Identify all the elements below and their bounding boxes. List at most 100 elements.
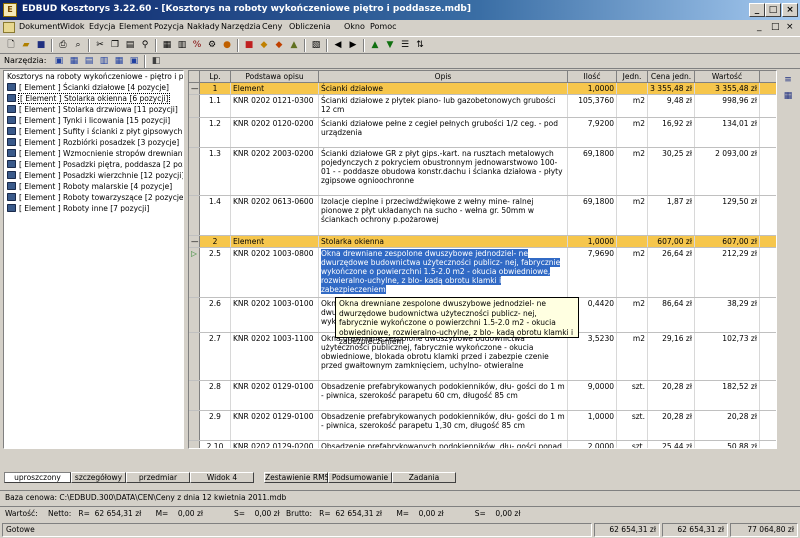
header-wartosc[interactable]: Wartość (695, 71, 760, 83)
tool-grid-icon[interactable]: ▦ (67, 55, 81, 68)
settings-icon[interactable]: ⚙ (205, 39, 219, 52)
title-bar[interactable]: E EDBUD Kosztorys 3.22.60 - [Kosztorys n… (0, 0, 800, 20)
minimize-button[interactable]: _ (749, 3, 765, 17)
element-group-row[interactable]: —2 Element Stolarka okienna 1,0000 607,00 zł… (189, 236, 776, 248)
table-row[interactable]: 1.2 KNR 0202 0120-0200 Ścianki działowe pe… (189, 118, 776, 148)
tree-item-sufity[interactable]: [ Element ] Sufity i ścianki z płyt gips… (7, 127, 183, 137)
cell-marker[interactable] (189, 148, 200, 195)
menu-obliczenia[interactable]: Obliczenia (289, 22, 331, 31)
tree-item-scianki[interactable]: [ Element ] Ścianki działowe [4 pozycje] (7, 83, 170, 93)
tool-table-icon[interactable]: ▦ (112, 55, 126, 68)
header-ilosc[interactable]: Ilość (568, 71, 617, 83)
header-jedn[interactable]: Jedn. (617, 71, 648, 83)
cell-marker[interactable]: — (189, 236, 200, 247)
tool-calc-icon[interactable]: ▥ (97, 55, 111, 68)
tool-list-icon[interactable]: ▤ (82, 55, 96, 68)
table-row[interactable]: 1.3 KNR 0202 2003-0200 Ścianki działowe GR… (189, 148, 776, 196)
edbud-app-icon[interactable]: E (3, 3, 17, 17)
book-red-icon[interactable]: ■ (242, 39, 256, 52)
tree-item-wzmocnienie[interactable]: [ Element ] Wzmocnienie stropów drewnian… (7, 149, 183, 159)
tab-widok-4[interactable]: Widok 4 (190, 472, 254, 483)
tab-zadania[interactable]: Zadania (392, 472, 456, 483)
menu-edycja[interactable]: Edycja (89, 22, 115, 31)
table-row[interactable]: 2.7 KNR 0202 1003-1100 Okna drewniane zesp… (189, 333, 776, 381)
close-button[interactable]: × (782, 3, 798, 17)
element-group-row[interactable]: —1 Element Ścianki działowe 1,0000 3 355,48 … (189, 83, 776, 95)
equipment-icon[interactable]: ▲ (287, 39, 301, 52)
header-cena[interactable]: Cena jedn. (648, 71, 695, 83)
cell-marker[interactable] (189, 298, 200, 332)
tree-item-towarzyszace[interactable]: [ Element ] Roboty towarzyszące [2 pozyc… (7, 193, 183, 203)
cell-marker[interactable] (189, 441, 200, 448)
list-icon[interactable]: ☰ (398, 39, 412, 52)
cell-marker[interactable]: — (189, 83, 200, 94)
coin-icon[interactable]: ● (220, 39, 234, 52)
document-icon[interactable] (3, 22, 15, 33)
mdi-restore-button[interactable]: □ (771, 22, 780, 32)
move-up-icon[interactable]: ▲ (368, 39, 382, 52)
tool-exit-icon[interactable]: ◧ (149, 55, 163, 68)
save-icon[interactable]: ■ (34, 39, 48, 52)
cost-estimate-grid[interactable]: Lp. Podstawa opisu Opis Ilość Jedn. Cena… (188, 70, 777, 449)
table-row[interactable]: 2.9 KNR 0202 0129-0100 Obsadzenie prefabry… (189, 411, 776, 441)
header-opis[interactable]: Opis (319, 71, 568, 83)
tab-podsumowanie[interactable]: Podsumowanie (328, 472, 392, 483)
sort-icon[interactable]: ⇅ (413, 39, 427, 52)
table-view-icon[interactable]: ▦ (781, 90, 795, 103)
cell-marker[interactable] (189, 381, 200, 410)
menu-dokument[interactable]: Dokument (19, 22, 60, 31)
header-podstawa[interactable]: Podstawa opisu (231, 71, 319, 83)
open-folder-icon[interactable]: ▰ (19, 39, 33, 52)
menu-pozycja[interactable]: Pozycja (154, 22, 184, 31)
tab-zestawienie-rms[interactable]: Zestawienie RMS (264, 472, 329, 483)
calculator-icon[interactable]: ▦ (160, 39, 174, 52)
tree-item-malarskie[interactable]: [ Element ] Roboty malarskie [4 pozycje] (7, 182, 173, 192)
copy-icon[interactable]: ❐ (108, 39, 122, 52)
properties-icon[interactable]: ≡ (781, 74, 795, 87)
menu-naklady[interactable]: Nakłady (187, 22, 220, 31)
tool-notes-icon[interactable]: ▣ (52, 55, 66, 68)
table-row[interactable]: 2.10 KNR 0202 0129-0200 Obsadzenie prefabr… (189, 441, 776, 448)
tool-window-icon[interactable]: ▣ (127, 55, 141, 68)
mdi-close-button[interactable]: × (786, 22, 794, 32)
table-row[interactable]: 1.4 KNR 0202 0613-0600 Izolacje cieplne i … (189, 196, 776, 236)
tree-item-stolarka-drzwiowa[interactable]: [ Element ] Stolarka drzwiowa [11 pozycj… (7, 105, 179, 115)
mdi-minimize-button[interactable]: _ (757, 22, 762, 32)
cell-marker[interactable] (189, 95, 200, 117)
tree-item-rozbiorki[interactable]: [ Element ] Rozbiórki posadzek [3 pozycj… (7, 138, 180, 148)
element-tree[interactable]: Kosztorys na roboty wykończeniowe - pięt… (3, 70, 184, 449)
menu-ceny[interactable]: Ceny (262, 22, 282, 31)
cell-marker[interactable] (189, 118, 200, 147)
forward-arrow-icon[interactable]: ▶ (346, 39, 360, 52)
cut-icon[interactable]: ✂ (93, 39, 107, 52)
tree-item-posadzki-wierzchnie[interactable]: [ Element ] Posadzki wierzchnie [12 pozy… (7, 171, 183, 181)
table-row[interactable]: 2.8 KNR 0202 0129-0100 Obsadzenie prefabry… (189, 381, 776, 411)
prices-icon[interactable]: ◆ (257, 39, 271, 52)
back-arrow-icon[interactable]: ◀ (331, 39, 345, 52)
cell-marker[interactable] (189, 196, 200, 235)
table-row[interactable]: ▷ 2.5 KNR 0202 1003-0800 Okna drewniane zes… (189, 248, 776, 298)
cell-marker[interactable]: ▷ (189, 248, 200, 297)
cell-marker[interactable] (189, 411, 200, 440)
print-icon[interactable]: ⎙ (56, 39, 70, 52)
table-icon[interactable]: ▥ (175, 39, 189, 52)
tab-szczegolowy[interactable]: szczegółowy (71, 472, 126, 483)
header-lp[interactable]: Lp. (200, 71, 231, 83)
menu-widok[interactable]: Widok (60, 22, 85, 31)
percent-icon[interactable]: % (190, 39, 204, 52)
menu-okno[interactable]: Okno (344, 22, 365, 31)
tab-uproszczony[interactable]: uproszczony (4, 472, 71, 483)
menu-element[interactable]: Element (119, 22, 152, 31)
paste-icon[interactable]: ▤ (123, 39, 137, 52)
cell-marker[interactable] (189, 333, 200, 380)
menu-narzedzia[interactable]: Narzędzia (221, 22, 261, 31)
tree-item-posadzki-pietra[interactable]: [ Element ] Posadzki piętra, poddasza [2… (7, 160, 183, 170)
find-icon[interactable]: ⚲ (138, 39, 152, 52)
materials-icon[interactable]: ◆ (272, 39, 286, 52)
tree-root[interactable]: Kosztorys na roboty wykończeniowe - pięt… (7, 72, 183, 81)
move-down-icon[interactable]: ▼ (383, 39, 397, 52)
print-preview-icon[interactable]: ⌕ (71, 39, 85, 52)
new-document-icon[interactable]: 🗋 (4, 39, 18, 52)
tree-item-inne[interactable]: [ Element ] Roboty inne [7 pozycji] (7, 204, 150, 214)
tree-item-stolarka-okienna[interactable]: [ Element ] Stolarka okienna [6 pozycji] (7, 93, 171, 104)
